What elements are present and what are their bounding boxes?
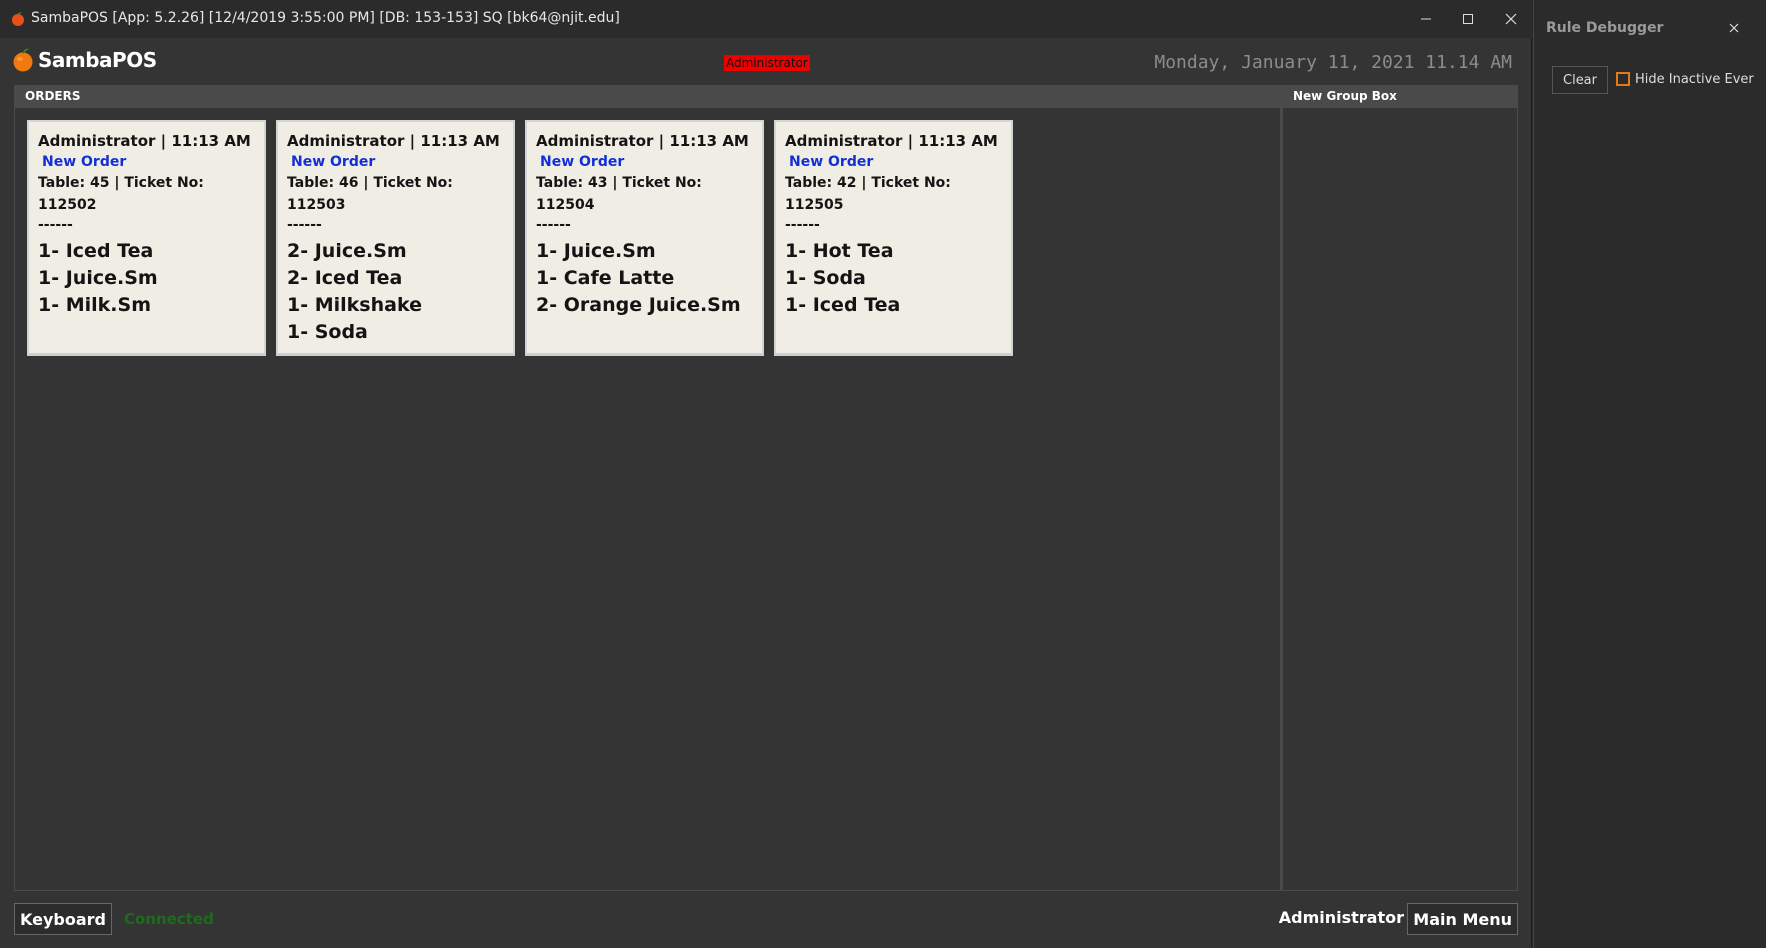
main-menu-button[interactable]: Main Menu: [1407, 903, 1518, 935]
rule-debugger-window: Rule Debugger Clear Hide Inactive Ever: [1533, 0, 1766, 948]
order-item: 1- Iced Tea: [785, 294, 901, 316]
order-item: 1- Iced Tea: [38, 240, 154, 262]
orders-panel: ORDERS Administrator | 11:13 AM New Orde…: [14, 85, 1281, 891]
hide-inactive-label[interactable]: Hide Inactive Ever: [1635, 72, 1765, 87]
order-item: 1- Juice.Sm: [38, 267, 158, 289]
connection-status: Connected: [124, 910, 214, 928]
close-button[interactable]: [1484, 0, 1538, 38]
rule-debugger-title: Rule Debugger: [1546, 20, 1664, 36]
sambapos-app-icon: [10, 11, 26, 27]
ticket-table-line: Table: 46 | Ticket No:: [287, 175, 453, 191]
ticket-items: 1- Juice.Sm 1- Cafe Latte 2- Orange Juic…: [536, 238, 753, 319]
ticket-items: 2- Juice.Sm 2- Iced Tea 1- Milkshake 1- …: [287, 238, 504, 346]
footer-bar: Keyboard Connected Administrator Main Me…: [0, 900, 1532, 940]
footer-user-name[interactable]: Administrator: [1279, 908, 1404, 927]
ticket-card[interactable]: Administrator | 11:13 AM New Order Table…: [774, 120, 1013, 356]
ticket-cards: Administrator | 11:13 AM New Order Table…: [27, 120, 1013, 356]
ticket-header: Administrator | 11:13 AM: [38, 132, 251, 150]
ticket-number: 112505: [785, 197, 844, 213]
ticket-separator: ------: [287, 217, 322, 233]
datetime-display: Monday, January 11, 2021 11.14 AM: [1154, 52, 1512, 73]
ticket-header: Administrator | 11:13 AM: [287, 132, 500, 150]
minimize-icon: [1421, 18, 1431, 20]
hide-inactive-checkbox[interactable]: [1616, 72, 1630, 86]
ticket-card[interactable]: Administrator | 11:13 AM New Order Table…: [27, 120, 266, 356]
clear-button[interactable]: Clear: [1552, 66, 1608, 94]
sambapos-window: SambaPOS [App: 5.2.26] [12/4/2019 3:55:0…: [0, 0, 1532, 948]
order-item: 1- Milk.Sm: [38, 294, 151, 316]
close-icon: [1729, 23, 1739, 33]
window-title: SambaPOS [App: 5.2.26] [12/4/2019 3:55:0…: [31, 10, 620, 26]
order-item: 1- Cafe Latte: [536, 267, 675, 289]
ticket-number: 112503: [287, 197, 346, 213]
maximize-icon: [1463, 14, 1473, 24]
ticket-number: 112502: [38, 197, 97, 213]
keyboard-button[interactable]: Keyboard: [14, 903, 112, 935]
ticket-separator: ------: [536, 217, 571, 233]
app-header: SambaPOS Administrator Monday, January 1…: [0, 38, 1532, 84]
order-item: 1- Soda: [785, 267, 866, 289]
title-bar: SambaPOS [App: 5.2.26] [12/4/2019 3:55:0…: [0, 0, 1532, 38]
group-box-panel: New Group Box: [1281, 85, 1518, 891]
order-item: 2- Orange Juice.Sm: [536, 294, 741, 316]
group-box-header: New Group Box: [1283, 86, 1517, 108]
ticket-header: Administrator | 11:13 AM: [785, 132, 998, 150]
order-item: 1- Soda: [287, 321, 368, 343]
ticket-table-line: Table: 42 | Ticket No:: [785, 175, 951, 191]
debugger-close-button[interactable]: [1726, 20, 1742, 36]
ticket-status: New Order: [540, 154, 625, 170]
ticket-status: New Order: [42, 154, 127, 170]
ticket-number: 112504: [536, 197, 595, 213]
sambapos-logo: SambaPOS: [12, 47, 157, 73]
ticket-items: 1- Hot Tea 1- Soda 1- Iced Tea: [785, 238, 1002, 319]
logged-user-badge: Administrator: [724, 55, 810, 71]
order-item: 2- Juice.Sm: [287, 240, 407, 262]
order-item: 1- Juice.Sm: [536, 240, 656, 262]
ticket-separator: ------: [38, 217, 73, 233]
ticket-items: 1- Iced Tea 1- Juice.Sm 1- Milk.Sm: [38, 238, 255, 319]
order-item: 1- Hot Tea: [785, 240, 894, 262]
ticket-table-line: Table: 45 | Ticket No:: [38, 175, 204, 191]
ticket-status: New Order: [789, 154, 874, 170]
ticket-separator: ------: [785, 217, 820, 233]
close-icon: [1505, 13, 1517, 25]
ticket-header: Administrator | 11:13 AM: [536, 132, 749, 150]
ticket-card[interactable]: Administrator | 11:13 AM New Order Table…: [525, 120, 764, 356]
order-item: 2- Iced Tea: [287, 267, 403, 289]
ticket-table-line: Table: 43 | Ticket No:: [536, 175, 702, 191]
orange-logo-icon: [13, 48, 33, 72]
ticket-card[interactable]: Administrator | 11:13 AM New Order Table…: [276, 120, 515, 356]
order-item: 1- Milkshake: [287, 294, 422, 316]
logo-text: SambaPOS: [38, 48, 157, 72]
ticket-status: New Order: [291, 154, 376, 170]
orders-panel-header: ORDERS: [15, 86, 1280, 108]
